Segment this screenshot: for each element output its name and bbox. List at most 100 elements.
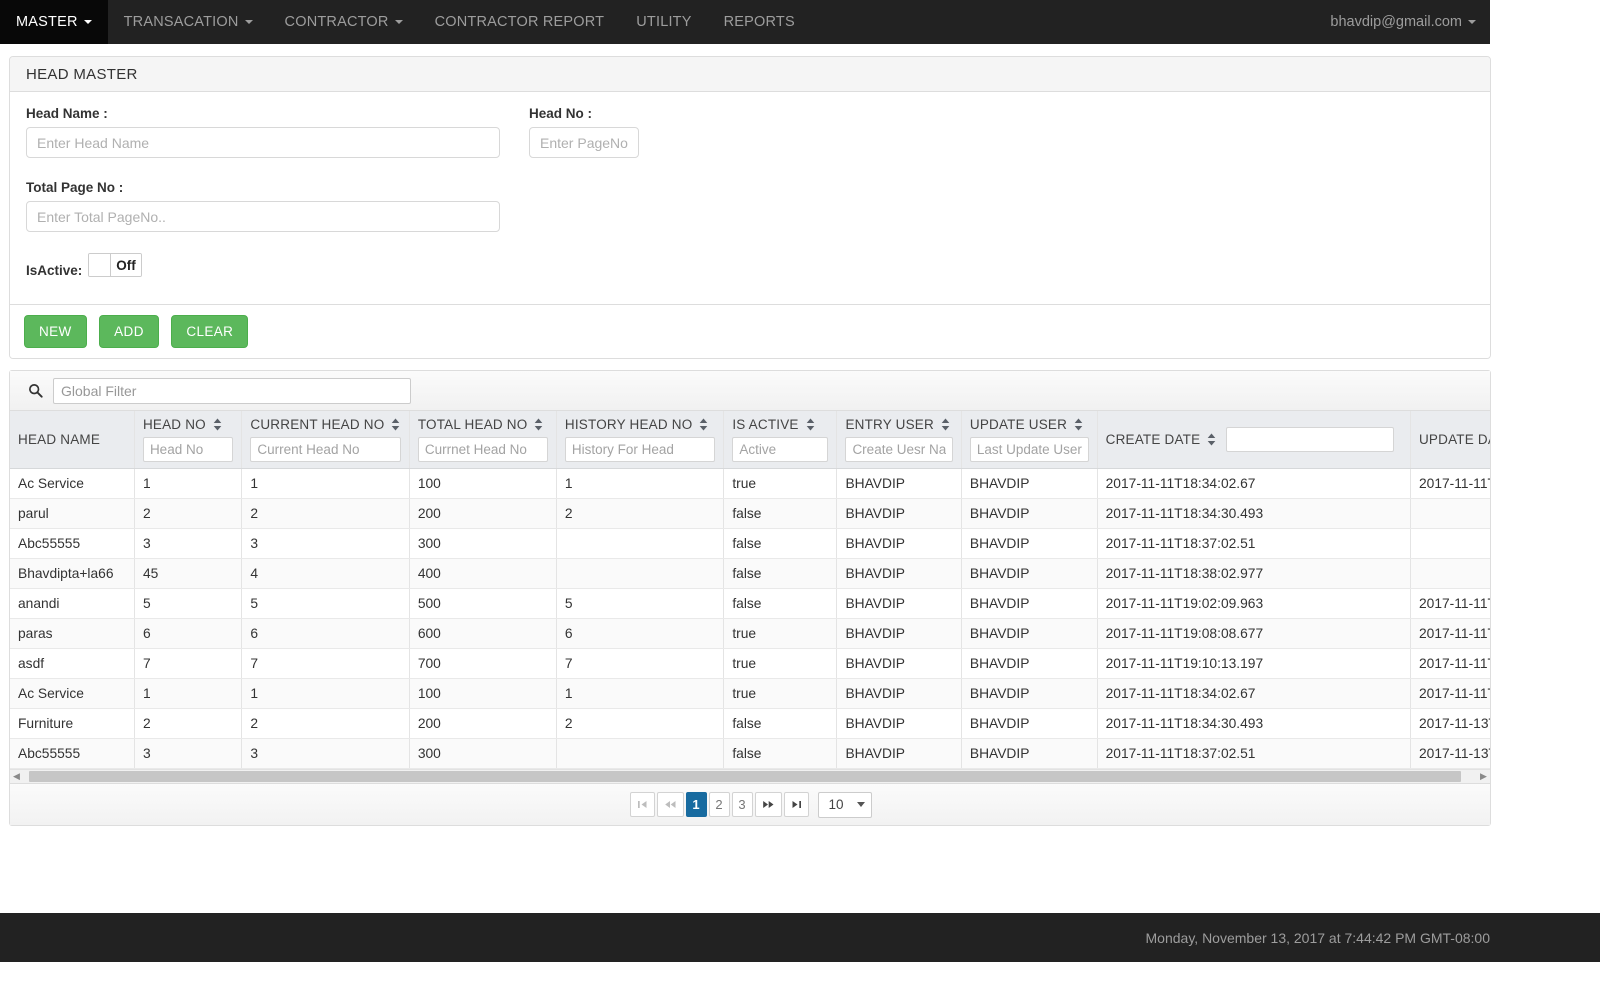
page-button-2[interactable]: 2 <box>708 792 730 817</box>
table-cell: 2017-11-11T18:34:02.67 <box>1097 468 1411 499</box>
column-header-is-active[interactable]: IS ACTIVE <box>723 411 838 469</box>
sort-icon[interactable] <box>1207 433 1216 446</box>
table-row[interactable]: Abc55555 3 3 300 false BHAVDIP BHAVDIP 2017-11-… <box>10 528 1490 559</box>
sort-icon[interactable] <box>699 418 708 431</box>
table-row[interactable]: paras 6 6 600 6 true BHAVDIP BHAVDIP 2017-11-11T… <box>10 618 1490 649</box>
table-cell: 2 <box>556 708 725 739</box>
isactive-toggle[interactable]: Off <box>88 253 142 277</box>
sort-icon[interactable] <box>806 418 815 431</box>
page-footer: Monday, November 13, 2017 at 7:44:42 PM … <box>0 913 1600 962</box>
prev-page-icon[interactable] <box>656 792 684 817</box>
column-filter-is-active[interactable] <box>732 437 829 462</box>
column-header-head-name[interactable]: HEAD NAME <box>10 411 135 469</box>
form-row-3: IsActive: Off <box>26 253 1474 282</box>
scroll-right-icon[interactable]: ▶ <box>1477 771 1490 782</box>
scroll-left-icon[interactable]: ◀ <box>10 771 23 782</box>
table-cell: BHAVDIP <box>961 558 1098 589</box>
table-cell: 6 <box>134 618 243 649</box>
sort-icon[interactable] <box>534 418 543 431</box>
table-cell: 2017-11-11T18:34:30.493 <box>1097 708 1411 739</box>
column-filter-total-head-no[interactable] <box>417 437 548 462</box>
table-row[interactable]: parul 2 2 200 2 false BHAVDIP BHAVDIP 2017-11-11… <box>10 498 1490 529</box>
table-cell: Ac Service <box>10 678 135 709</box>
table-cell: 5 <box>134 588 243 619</box>
nav-item-transacation[interactable]: TRANSACATION <box>108 0 269 44</box>
table-cell: true <box>723 468 838 499</box>
column-header-update-user[interactable]: UPDATE USER <box>961 411 1098 469</box>
table-cell: BHAVDIP <box>961 738 1098 769</box>
table-cell: true <box>723 618 838 649</box>
column-filter-update-user[interactable] <box>969 437 1089 462</box>
table-cell: 2017-11-11T19:08:08.677 <box>1410 618 1490 649</box>
table-row[interactable]: Furniture 2 2 200 2 false BHAVDIP BHAVDIP 2017-1… <box>10 708 1490 739</box>
table-row[interactable]: Ac Service 1 1 100 1 true BHAVDIP BHAVDIP 2017-1… <box>10 468 1490 499</box>
table-cell: 100 <box>409 678 557 709</box>
page-title: HEAD MASTER <box>26 65 138 83</box>
nav-item-label: CONTRACTOR <box>284 14 389 30</box>
search-icon <box>28 383 43 398</box>
nav-item-utility[interactable]: UTILITY <box>620 0 707 44</box>
first-page-icon[interactable] <box>629 792 655 817</box>
head-no-label: Head No : <box>529 106 593 121</box>
table-cell: 2 <box>134 708 243 739</box>
next-page-icon[interactable] <box>754 792 782 817</box>
nav-item-contractor-report[interactable]: CONTRACTOR REPORT <box>419 0 621 44</box>
page-button-3[interactable]: 3 <box>731 792 753 817</box>
table-cell: 2017-11-11T18:37:02.51 <box>1097 738 1411 769</box>
table-row[interactable]: Abc55555 3 3 300 false BHAVDIP BHAVDIP 2017-11-… <box>10 738 1490 769</box>
table-cell: 3 <box>134 528 243 559</box>
add-button[interactable]: ADD <box>99 315 159 348</box>
head-no-input[interactable] <box>529 127 639 158</box>
table-cell: 1 <box>241 468 410 499</box>
column-header-head-no[interactable]: HEAD NO <box>134 411 243 469</box>
head-name-input[interactable] <box>26 127 500 158</box>
column-header-entry-user[interactable]: ENTRY USER <box>836 411 962 469</box>
column-header-update-date[interactable]: UPDATE DATE <box>1410 411 1490 469</box>
column-header-total-head-no[interactable]: TOTAL HEAD NO <box>409 411 557 469</box>
table-row[interactable]: Bhavdipta+la66 45 4 400 false BHAVDIP BHAVDIP 2… <box>10 558 1490 589</box>
chevron-down-icon <box>244 20 253 24</box>
table-cell: BHAVDIP <box>961 468 1098 499</box>
new-button[interactable]: NEW <box>24 315 87 348</box>
table-cell: BHAVDIP <box>836 498 962 529</box>
form-row-1: Head Name : Head No : <box>26 106 1474 158</box>
table-cell: 7 <box>556 648 725 679</box>
table-row[interactable]: anandi 5 5 500 5 false BHAVDIP BHAVDIP 2017-11-1… <box>10 588 1490 619</box>
column-filter-entry-user[interactable] <box>845 437 953 462</box>
total-page-no-input[interactable] <box>26 201 500 232</box>
chevron-down-icon <box>394 20 403 24</box>
horizontal-scrollbar[interactable]: ◀ ▶ <box>10 769 1490 783</box>
rows-per-page-select[interactable]: 10 <box>817 791 872 818</box>
sort-icon[interactable] <box>1074 418 1083 431</box>
last-page-icon[interactable] <box>783 792 809 817</box>
user-menu[interactable]: bhavdip@gmail.com <box>1330 14 1476 30</box>
column-header-current-head-no[interactable]: CURRENT HEAD NO <box>241 411 410 469</box>
sort-icon[interactable] <box>941 418 950 431</box>
global-filter-input[interactable] <box>53 377 411 404</box>
column-filter-current-head-no[interactable] <box>250 437 401 462</box>
table-cell: 2017-11-13T01:28:15.297 <box>1410 708 1490 739</box>
clear-button[interactable]: CLEAR <box>171 315 249 348</box>
scrollbar-track[interactable] <box>23 771 1477 782</box>
table-cell: 400 <box>409 558 557 589</box>
column-header-create-date[interactable]: CREATE DATE <box>1097 411 1411 469</box>
table-row[interactable]: Ac Service 1 1 100 1 true BHAVDIP BHAVDIP 2017-1… <box>10 678 1490 709</box>
nav-item-master[interactable]: MASTER <box>0 0 108 44</box>
scrollbar-thumb[interactable] <box>29 771 1461 782</box>
table-row[interactable]: asdf 7 7 700 7 true BHAVDIP BHAVDIP 2017-11-11T1… <box>10 648 1490 679</box>
table-cell: BHAVDIP <box>836 618 962 649</box>
sort-icon[interactable] <box>391 418 400 431</box>
column-filter-create-date[interactable] <box>1226 427 1395 452</box>
table-cell: 2017-11-11T19:08:08.677 <box>1097 618 1411 649</box>
page-button-1[interactable]: 1 <box>685 792 707 817</box>
table-cell: 6 <box>241 618 410 649</box>
column-filter-history-head-no[interactable] <box>564 437 716 462</box>
table-cell: BHAVDIP <box>961 498 1098 529</box>
sort-icon[interactable] <box>213 418 222 431</box>
nav-item-reports[interactable]: REPORTS <box>708 0 811 44</box>
nav-item-contractor[interactable]: CONTRACTOR <box>269 0 419 44</box>
table-cell: BHAVDIP <box>836 708 962 739</box>
column-filter-head-no[interactable] <box>142 437 234 462</box>
table-cell: BHAVDIP <box>961 708 1098 739</box>
column-header-history-head-no[interactable]: HISTORY HEAD NO <box>556 411 725 469</box>
